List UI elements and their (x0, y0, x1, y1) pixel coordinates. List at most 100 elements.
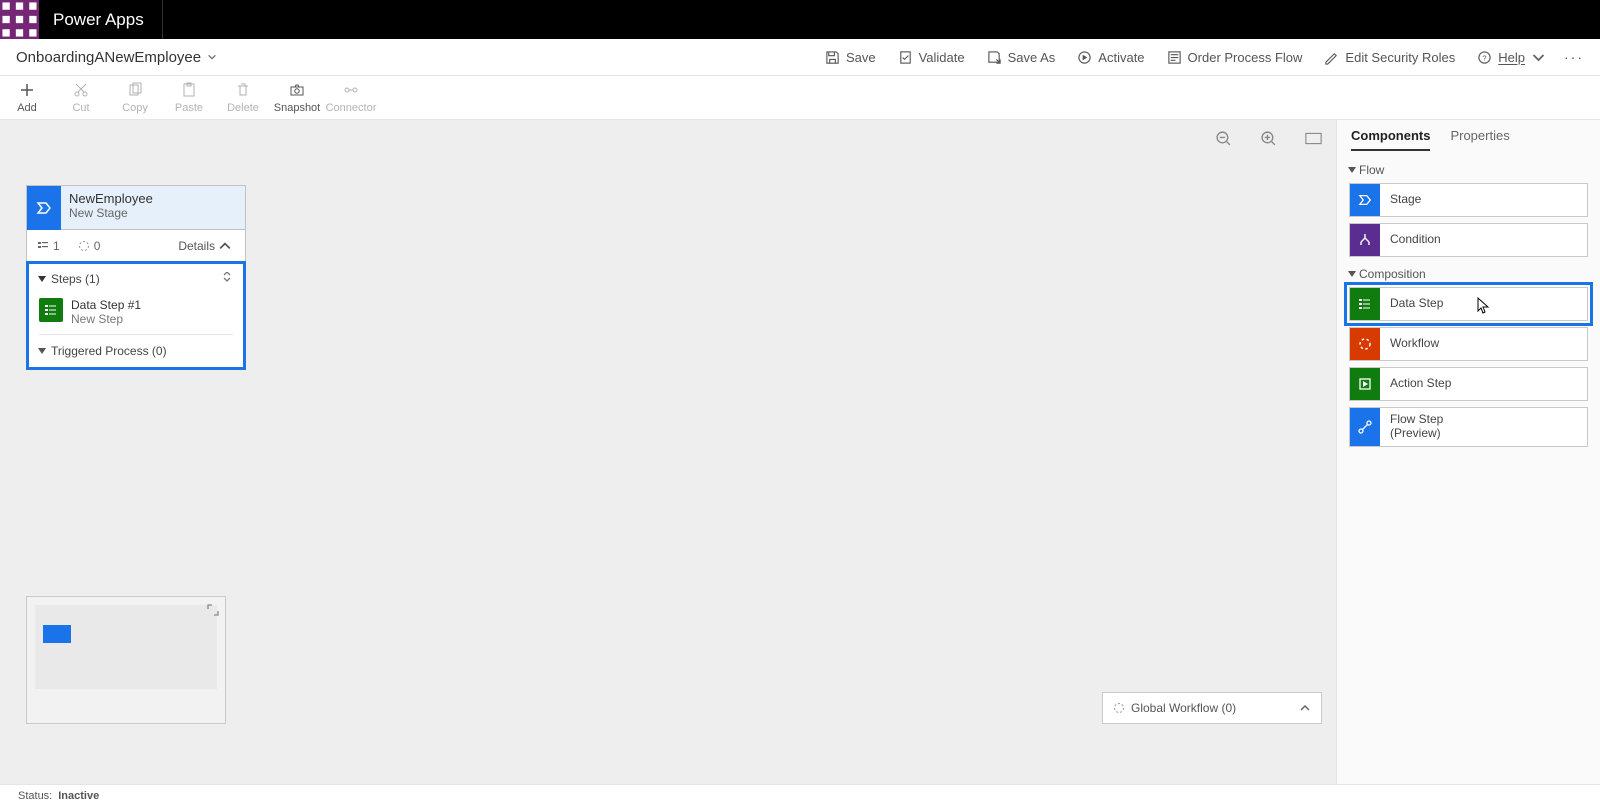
order-flow-icon (1167, 50, 1182, 65)
data-step-icon-box (1350, 288, 1380, 320)
data-step-icon (44, 303, 58, 317)
edit-security-roles-button[interactable]: Edit Security Roles (1324, 50, 1455, 65)
svg-text:?: ? (1483, 53, 1487, 62)
app-launcher-button[interactable] (0, 0, 39, 39)
more-actions-button[interactable]: ··· (1564, 49, 1584, 65)
edit-security-label: Edit Security Roles (1345, 50, 1455, 65)
ribbon-toolbar: Add Cut Copy Paste Delete Snapshot Conne… (0, 76, 1600, 120)
brand-divider (162, 0, 163, 39)
action-step-icon-box (1350, 368, 1380, 400)
tab-properties[interactable]: Properties (1450, 128, 1509, 151)
flow-name-dropdown[interactable]: OnboardingANewEmployee (16, 49, 217, 66)
component-action-step-label: Action Step (1380, 377, 1451, 391)
plus-icon (19, 82, 35, 98)
minimap-expand-icon[interactable] (207, 603, 219, 621)
data-step-item[interactable]: Data Step #1 New Step (39, 298, 233, 335)
connector-button[interactable]: Connector (324, 80, 378, 114)
details-toggle[interactable]: Details (178, 239, 235, 253)
save-button[interactable]: Save (825, 50, 876, 65)
help-label: Help (1498, 50, 1525, 65)
stage-icon-box (27, 186, 61, 230)
add-label: Add (0, 102, 54, 114)
minimap[interactable] (26, 596, 226, 724)
reorder-arrows[interactable] (221, 272, 233, 287)
save-as-button[interactable]: Save As (987, 50, 1056, 65)
flow-step-icon (1358, 420, 1372, 434)
status-value: Inactive (58, 790, 99, 802)
validate-button[interactable]: Validate (898, 50, 965, 65)
action-step-icon (1358, 377, 1372, 391)
steps-section-header[interactable]: Steps (1) (29, 264, 243, 294)
workflow-count: 0 (94, 239, 101, 253)
section-flow-header[interactable]: Flow (1349, 163, 1588, 177)
global-workflow-bar[interactable]: Global Workflow (0) (1102, 692, 1322, 724)
selected-step-wrapper: Steps (1) Data Step #1 New Step (26, 261, 246, 370)
order-flow-label: Order Process Flow (1188, 50, 1303, 65)
validate-label: Validate (919, 50, 965, 65)
paste-button[interactable]: Paste (162, 80, 216, 114)
add-button[interactable]: Add (0, 80, 54, 114)
steps-count: 1 (53, 239, 60, 253)
minimap-stage-chip (43, 625, 71, 643)
validate-icon (898, 50, 913, 65)
chevron-up-icon (1299, 702, 1311, 714)
activate-button[interactable]: Activate (1077, 50, 1144, 65)
component-workflow[interactable]: Workflow (1349, 327, 1588, 361)
data-step-icon (1358, 297, 1372, 311)
tab-components[interactable]: Components (1351, 128, 1430, 151)
right-pane-tabs: Components Properties (1337, 120, 1600, 151)
copy-label: Copy (108, 102, 162, 114)
view-controls (1215, 130, 1322, 147)
trash-icon (235, 82, 251, 98)
status-bar: Status: Inactive (0, 784, 1600, 806)
design-canvas[interactable]: NewEmployee New Stage 1 0 Details (0, 120, 1336, 784)
connector-icon (343, 82, 359, 98)
cut-button[interactable]: Cut (54, 80, 108, 114)
fit-to-screen-icon[interactable] (1305, 130, 1322, 147)
arrow-up-icon (221, 272, 233, 284)
expand-triangle-icon (38, 276, 46, 282)
expand-triangle-icon (38, 348, 46, 354)
save-label: Save (846, 50, 876, 65)
delete-button[interactable]: Delete (216, 80, 270, 114)
status-label: Status: (18, 790, 52, 802)
component-workflow-label: Workflow (1380, 337, 1439, 351)
global-workflow-label: Global Workflow (0) (1131, 701, 1236, 715)
triggered-process-row[interactable]: Triggered Process (0) (29, 335, 243, 367)
component-flow-step[interactable]: Flow Step (Preview) (1349, 407, 1588, 447)
condition-icon (1358, 233, 1372, 247)
main-area: NewEmployee New Stage 1 0 Details (0, 120, 1600, 784)
zoom-in-icon[interactable] (1260, 130, 1277, 147)
details-label: Details (178, 239, 215, 253)
copy-button[interactable]: Copy (108, 80, 162, 114)
paste-label: Paste (162, 102, 216, 114)
camera-icon (289, 82, 305, 98)
paste-icon (181, 82, 197, 98)
snapshot-label: Snapshot (270, 102, 324, 114)
connector-label: Connector (324, 102, 378, 114)
section-composition-header[interactable]: Composition (1349, 267, 1588, 281)
save-icon (825, 50, 840, 65)
save-as-label: Save As (1008, 50, 1056, 65)
snapshot-button[interactable]: Snapshot (270, 80, 324, 114)
workflow-count-icon (78, 240, 90, 252)
component-condition[interactable]: Condition (1349, 223, 1588, 257)
help-button[interactable]: ? Help (1477, 50, 1546, 65)
component-action-step[interactable]: Action Step (1349, 367, 1588, 401)
copy-icon (127, 82, 143, 98)
zoom-out-icon[interactable] (1215, 130, 1232, 147)
component-data-step[interactable]: Data Step (1349, 287, 1588, 321)
activate-icon (1077, 50, 1092, 65)
stage-subtitle: New Stage (69, 206, 237, 220)
triggered-label: Triggered Process (0) (51, 344, 167, 358)
component-stage[interactable]: Stage (1349, 183, 1588, 217)
stage-card[interactable]: NewEmployee New Stage 1 0 Details (26, 185, 246, 370)
minimap-viewport (35, 605, 217, 689)
stage-header[interactable]: NewEmployee New Stage (27, 186, 245, 230)
stage-title: NewEmployee (69, 191, 237, 206)
activate-label: Activate (1098, 50, 1144, 65)
stage-info-row: 1 0 Details (27, 230, 245, 262)
component-flow-step-label: Flow Step (Preview) (1380, 413, 1443, 441)
order-process-flow-button[interactable]: Order Process Flow (1167, 50, 1303, 65)
chevron-up-icon (219, 240, 231, 252)
